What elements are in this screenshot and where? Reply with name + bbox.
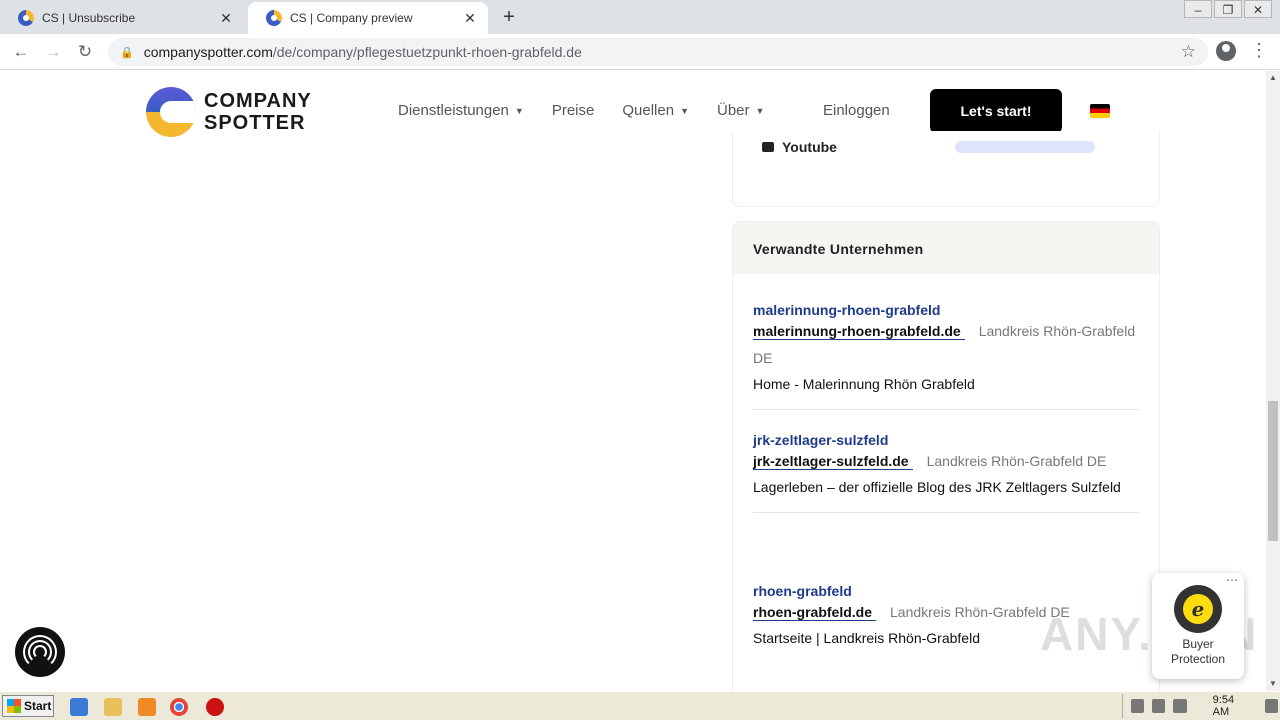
- nav-label: Dienstleistungen: [398, 102, 509, 119]
- folder-icon[interactable]: [104, 698, 122, 716]
- web-page: COMPANY SPOTTER Dienstleistungen ▼ Preise…: [0, 71, 1266, 691]
- caret-down-icon: ▼: [680, 105, 689, 116]
- main-nav: Dienstleistungen ▼ Preise Quellen ▼ Über ▼: [398, 102, 792, 119]
- lets-start-button[interactable]: Let's start!: [930, 89, 1062, 133]
- reload-icon[interactable]: ↻: [74, 41, 96, 63]
- caret-down-icon: ▼: [514, 105, 524, 116]
- clock: 9:54 AM: [1212, 694, 1235, 718]
- nav-ueber[interactable]: Über ▼: [717, 102, 764, 119]
- company-name-link[interactable]: jrk-zeltlager-sulzfeld: [753, 432, 1139, 448]
- divider: [753, 409, 1139, 410]
- address-bar[interactable]: 🔒 companyspotter.com/de/company/pflegest…: [108, 38, 1208, 66]
- windows-taskbar: Start 9:54 AM: [0, 691, 1280, 720]
- start-label: Start: [24, 699, 52, 713]
- start-button[interactable]: Start: [2, 695, 54, 717]
- trusted-shops-badge[interactable]: ⋯ e Buyer Protection: [1152, 573, 1244, 679]
- kebab-menu-icon[interactable]: ⋮: [1250, 40, 1268, 61]
- nav-label: Preise: [551, 102, 595, 119]
- scroll-down-icon[interactable]: ▼: [1266, 677, 1280, 691]
- company-description: Home - Malerinnung Rhön Grabfeld: [753, 376, 975, 392]
- logo-text-line1: COMPANY: [204, 90, 312, 112]
- back-arrow-icon[interactable]: ←: [10, 41, 32, 63]
- media-player-icon[interactable]: [138, 698, 156, 716]
- close-icon[interactable]: ✕: [218, 10, 234, 27]
- chrome-icon[interactable]: [170, 698, 188, 716]
- trusted-shops-seal-icon: e: [1174, 585, 1222, 633]
- windows-logo-icon: [7, 699, 21, 713]
- flag-icon[interactable]: [1173, 699, 1187, 713]
- ie-icon[interactable]: [70, 698, 88, 716]
- nav-label: Quellen: [622, 102, 675, 119]
- company-name-link[interactable]: malerinnung-rhoen-grabfeld: [753, 302, 1139, 318]
- minimize-icon[interactable]: –: [1184, 0, 1212, 18]
- browser-toolbar: ← → ↻ 🔒 companyspotter.com/de/company/pf…: [0, 34, 1280, 70]
- company-description: Lagerleben – der offizielle Blog des JRK…: [753, 479, 1121, 495]
- tab-company-preview[interactable]: CS | Company preview ✕: [248, 2, 488, 34]
- company-spotter-logo-icon: [146, 87, 196, 137]
- nav-dienstleistungen[interactable]: Dienstleistungen ▼: [398, 102, 524, 119]
- nav-label: Über: [716, 102, 750, 119]
- site-favicon-icon: [266, 10, 282, 26]
- scroll-up-icon[interactable]: ▲: [1266, 71, 1280, 85]
- network-icon[interactable]: [1152, 699, 1166, 713]
- scrollbar-thumb[interactable]: [1268, 401, 1278, 541]
- company-domain-link[interactable]: rhoen-grabfeld.de: [753, 604, 877, 621]
- caret-down-icon: ▼: [755, 105, 765, 116]
- company-location: Landkreis Rhön-Grabfeld DE: [926, 453, 1107, 469]
- trusted-label-line2: Protection: [1170, 652, 1226, 666]
- company-name-link[interactable]: rhoen-grabfeld: [753, 583, 1139, 599]
- page-scrollbar[interactable]: ▲ ▼: [1266, 71, 1280, 691]
- blurred-link[interactable]: [955, 141, 1095, 153]
- company-domain-link[interactable]: malerinnung-rhoen-grabfeld.de: [753, 323, 965, 340]
- browser-tabstrip: CS | Unsubscribe ✕ CS | Company preview …: [0, 0, 1280, 34]
- restore-icon[interactable]: ❐: [1214, 0, 1242, 18]
- tab-title: CS | Unsubscribe: [42, 11, 136, 25]
- window-close-icon[interactable]: ✕: [1244, 0, 1272, 18]
- company-domain-link[interactable]: jrk-zeltlager-sulzfeld.de: [753, 453, 913, 470]
- tab-title: CS | Company preview: [290, 11, 413, 25]
- volume-icon[interactable]: [1131, 699, 1145, 713]
- more-options-icon[interactable]: ⋯: [1226, 573, 1238, 587]
- site-favicon-icon: [18, 10, 34, 26]
- profile-avatar-icon[interactable]: [1216, 41, 1236, 61]
- trusted-label-line1: Buyer: [1182, 637, 1214, 651]
- system-tray: 9:54 AM: [1122, 694, 1278, 718]
- url-path: /de/company/pflegestuetzpunkt-rhoen-grab…: [272, 44, 582, 60]
- fingerprint-icon[interactable]: [15, 627, 65, 677]
- bookmark-star-icon[interactable]: ☆: [1181, 42, 1196, 62]
- logo-text-line2: SPOTTER: [204, 112, 306, 134]
- list-item: jrk-zeltlager-sulzfeld jrk-zeltlager-sul…: [753, 432, 1139, 513]
- de-flag-icon[interactable]: [1090, 104, 1110, 118]
- url-host: companyspotter.com: [143, 44, 273, 60]
- site-logo[interactable]: COMPANY SPOTTER: [146, 87, 312, 137]
- divider: [753, 512, 1139, 513]
- login-link[interactable]: Einloggen: [823, 102, 890, 119]
- close-icon[interactable]: ✕: [462, 10, 478, 27]
- youtube-icon: [762, 142, 774, 152]
- lock-icon: 🔒: [120, 46, 134, 59]
- related-companies-title: Verwandte Unternehmen: [733, 222, 1159, 274]
- desktop-icon[interactable]: [1264, 699, 1278, 713]
- tab-unsubscribe[interactable]: CS | Unsubscribe ✕: [0, 2, 244, 34]
- nav-quellen[interactable]: Quellen ▼: [622, 102, 689, 119]
- new-tab-plus-icon[interactable]: +: [498, 6, 520, 28]
- window-controls: – ❐ ✕: [1182, 0, 1272, 18]
- youtube-row: Youtube: [762, 139, 837, 155]
- nav-preise[interactable]: Preise: [552, 102, 595, 119]
- opera-icon[interactable]: [206, 698, 224, 716]
- forward-arrow-icon[interactable]: →: [42, 41, 64, 63]
- youtube-label: Youtube: [782, 139, 837, 155]
- list-item: malerinnung-rhoen-grabfeld malerinnung-r…: [753, 302, 1139, 410]
